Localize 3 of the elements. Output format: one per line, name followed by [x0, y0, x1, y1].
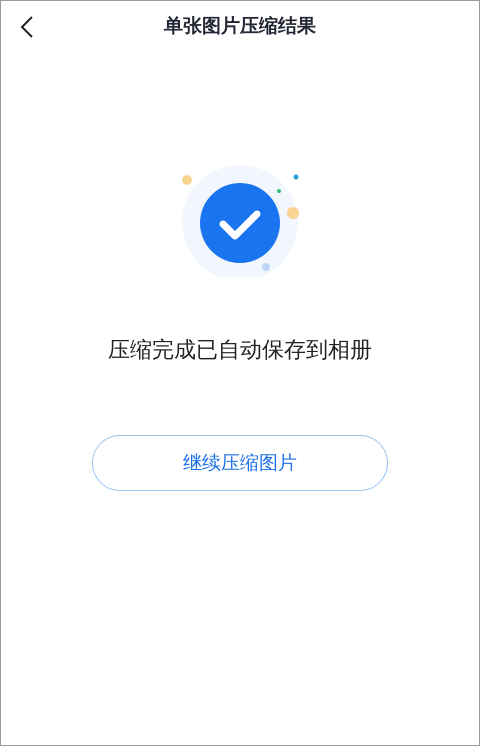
- page-title: 单张图片压缩结果: [164, 14, 316, 39]
- status-message: 压缩完成已自动保存到相册: [108, 337, 372, 365]
- continue-button[interactable]: 继续压缩图片: [92, 435, 388, 491]
